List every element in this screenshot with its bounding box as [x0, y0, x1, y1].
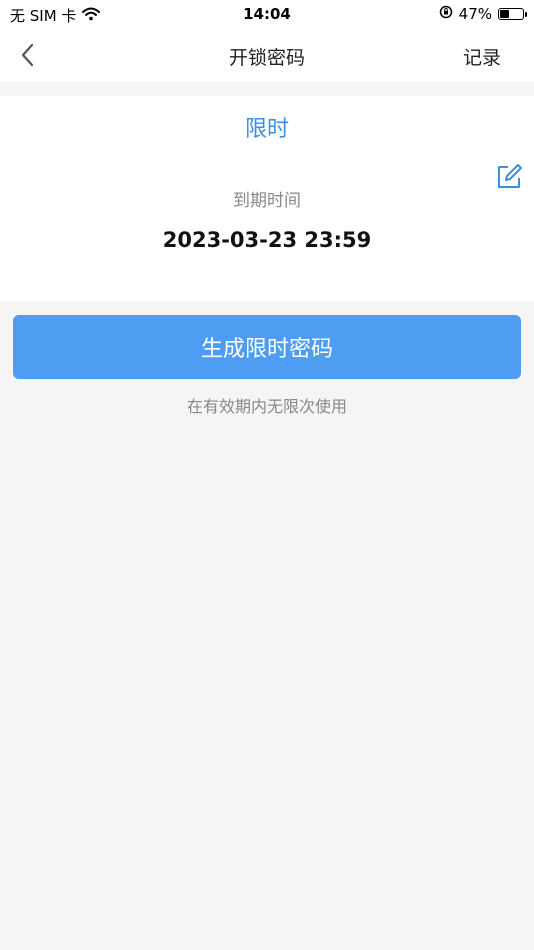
expire-value: 2023-03-23 23:59	[162, 228, 372, 252]
orientation-lock-icon	[439, 5, 453, 23]
record-button[interactable]: 记录	[463, 43, 501, 70]
mode-label: 限时	[244, 117, 289, 142]
status-right: 47%	[439, 5, 527, 23]
page-title: 开锁密码	[228, 47, 305, 69]
nav-bar: 开锁密码 记录	[0, 28, 534, 82]
battery-icon	[498, 8, 527, 20]
battery-percent: 47%	[458, 5, 492, 23]
expire-label: 到期时间	[233, 191, 301, 211]
status-bar: 无 SIM 卡 14:04 47%	[0, 0, 534, 28]
usage-hint: 在有效期内无限次使用	[186, 397, 347, 416]
password-card: 限时 到期时间 2023-03-23 23:59	[0, 96, 534, 301]
battery-fill	[500, 10, 509, 18]
generate-password-button[interactable]: 生成限时密码	[13, 315, 521, 379]
